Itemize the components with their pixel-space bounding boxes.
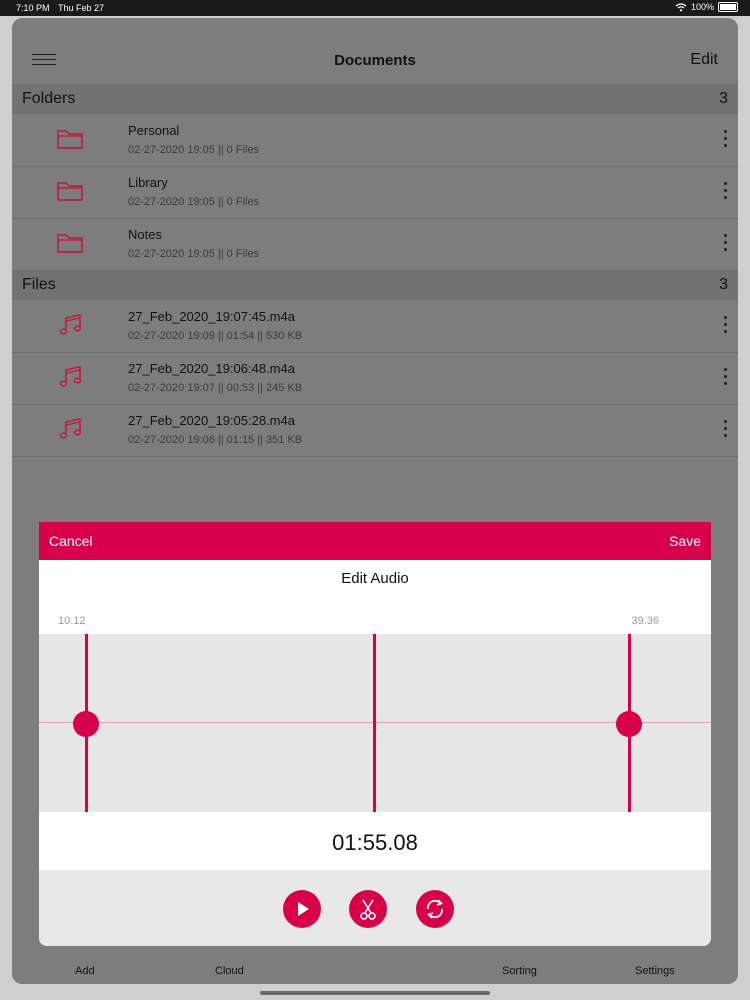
files-section-header: Files 3 [12,270,738,300]
waveform-area[interactable] [39,634,711,812]
trim-end-handle[interactable] [616,711,642,737]
tab-add[interactable]: Add [75,965,95,977]
folder-meta: 02-27-2020 19:05 || 0 Files [128,144,260,156]
folder-name: Library [128,175,168,190]
files-count: 3 [719,276,728,293]
tab-sorting[interactable]: Sorting [502,965,537,977]
folder-row-library[interactable]: Library 02-27-2020 19:05 || 0 Files [12,166,738,219]
editor-controls [39,870,711,946]
battery-icon [718,2,738,12]
edit-audio-panel: Cancel Save Edit Audio 10.12 39.36 01:55… [39,522,711,946]
folder-name: Personal [128,123,180,138]
folder-meta: 02-27-2020 19:05 || 0 Files [128,248,260,260]
folders-count: 3 [719,90,728,107]
folder-icon [57,182,83,201]
trim-start-handle[interactable] [73,711,99,737]
file-row[interactable]: 27_Feb_2020_19:07:45.m4a 02-27-2020 19:0… [12,300,738,353]
files-label: Files [22,276,56,293]
folder-row-notes[interactable]: Notes 02-27-2020 19:05 || 0 Files [12,218,738,271]
nav-bar: Documents Edit [12,18,738,84]
folder-icon [57,234,83,253]
play-icon [298,902,309,916]
status-right: 100% [675,2,738,12]
screen: 7:10 PM Thu Feb 27 100% Documents Edit F… [0,0,750,1000]
folder-meta: 02-27-2020 19:05 || 0 Files [128,196,260,208]
play-button[interactable] [283,890,321,928]
editor-toolbar: Cancel Save [39,522,711,560]
more-options-icon[interactable] [724,368,728,388]
battery-percent: 100% [690,2,714,12]
file-meta: 02-27-2020 19:06 || 01:15 || 351 KB [128,434,303,446]
tab-settings[interactable]: Settings [635,965,675,977]
file-meta: 02-27-2020 19:07 || 00:53 || 245 KB [128,382,303,394]
editor-title: Edit Audio [341,570,409,587]
home-indicator [260,991,490,995]
music-note-icon [59,366,82,387]
folder-row-personal[interactable]: Personal 02-27-2020 19:05 || 0 Files [12,114,738,167]
loop-button[interactable] [416,890,454,928]
cut-button[interactable] [349,890,387,928]
file-name: 27_Feb_2020_19:06:48.m4a [128,361,295,376]
status-time: 7:10 PM [16,3,50,13]
file-row[interactable]: 27_Feb_2020_19:05:28.m4a 02-27-2020 19:0… [12,404,738,457]
file-name: 27_Feb_2020_19:07:45.m4a [128,309,295,324]
file-name: 27_Feb_2020_19:05:28.m4a [128,413,295,428]
folder-name: Notes [128,227,162,242]
more-options-icon[interactable] [724,182,728,202]
more-options-icon[interactable] [724,234,728,254]
folders-label: Folders [22,90,76,107]
playhead-line[interactable] [373,634,376,812]
wifi-icon [675,2,687,11]
save-button[interactable]: Save [669,533,701,549]
music-note-icon [59,418,82,439]
trim-end-value: 39.36 [631,615,659,627]
status-bar: 7:10 PM Thu Feb 27 100% [0,0,750,16]
loop-icon [427,899,443,919]
current-time: 01:55.08 [332,830,418,855]
music-note-icon [59,314,82,335]
more-options-icon[interactable] [724,130,728,150]
file-meta: 02-27-2020 19:09 || 01:54 || 530 KB [128,330,303,342]
folder-icon [57,130,83,149]
tab-cloud[interactable]: Cloud [215,965,244,977]
more-options-icon[interactable] [724,420,728,440]
trim-start-value: 10.12 [58,615,86,627]
edit-button[interactable]: Edit [690,51,718,69]
file-row[interactable]: 27_Feb_2020_19:06:48.m4a 02-27-2020 19:0… [12,352,738,405]
scissors-icon [360,899,376,920]
folders-section-header: Folders 3 [12,84,738,114]
page-title: Documents [334,52,416,69]
time-display: 01:55.08 [39,812,711,870]
cancel-button[interactable]: Cancel [49,533,93,549]
status-date: Thu Feb 27 [58,3,105,13]
more-options-icon[interactable] [724,316,728,336]
editor-header: Edit Audio 10.12 39.36 [39,560,711,634]
